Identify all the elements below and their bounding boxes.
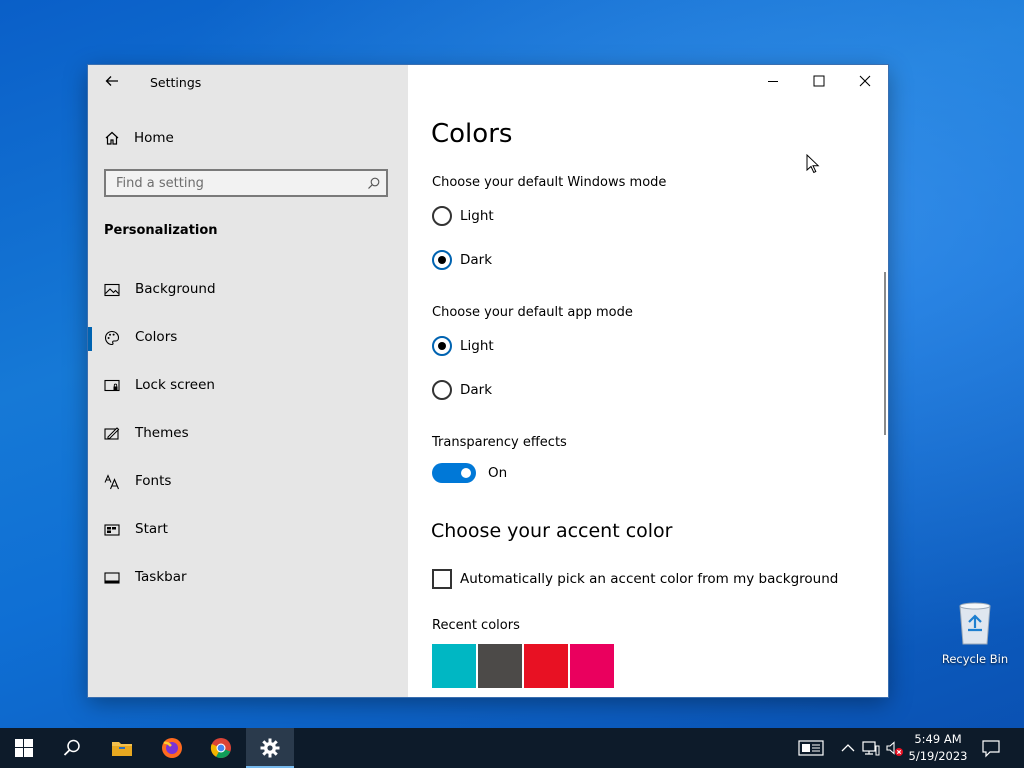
firefox-button[interactable] — [148, 728, 196, 768]
firefox-icon — [162, 738, 182, 758]
app-mode-label: Choose your default app mode — [432, 305, 633, 320]
maximize-icon — [813, 75, 825, 87]
auto-accent-checkbox-row[interactable]: Automatically pick an accent color from … — [432, 568, 838, 590]
radio-label: Light — [460, 338, 494, 354]
fonts-icon — [104, 474, 120, 490]
sidebar-item-start[interactable]: Start — [88, 512, 408, 548]
search-taskbar-button[interactable] — [48, 728, 96, 768]
recycle-bin-label: Recycle Bin — [941, 652, 1009, 666]
taskbar-icon — [104, 572, 120, 584]
close-icon — [859, 75, 871, 87]
radio-button[interactable] — [432, 206, 452, 226]
radio-button[interactable] — [432, 380, 452, 400]
search-icon — [63, 739, 80, 756]
recent-colors-swatches — [432, 644, 616, 688]
windows-mode-light-radio[interactable]: Light — [432, 205, 494, 227]
mouse-cursor-icon — [806, 154, 820, 174]
color-swatch[interactable] — [524, 644, 568, 688]
settings-taskbar-button[interactable] — [246, 728, 294, 768]
search-box[interactable] — [104, 169, 388, 197]
themes-icon — [104, 427, 120, 440]
sidebar-item-label: Lock screen — [135, 377, 215, 393]
minimize-icon — [768, 81, 778, 82]
search-input[interactable] — [106, 171, 356, 195]
active-indicator — [88, 327, 92, 351]
radio-button-selected[interactable] — [432, 336, 452, 356]
windows-mode-label: Choose your default Windows mode — [432, 175, 667, 190]
recycle-bin-icon — [959, 602, 991, 645]
app-mode-dark-radio[interactable]: Dark — [432, 379, 492, 401]
color-swatch[interactable] — [570, 644, 614, 688]
transparency-toggle[interactable] — [432, 463, 476, 483]
picture-icon — [104, 283, 120, 297]
section-heading: Personalization — [104, 223, 218, 238]
start-icon — [104, 524, 120, 536]
windows-mode-dark-radio[interactable]: Dark — [432, 249, 492, 271]
recent-colors-label: Recent colors — [432, 618, 520, 633]
vertical-scrollbar[interactable] — [884, 272, 886, 435]
toggle-state-label: On — [488, 465, 508, 481]
settings-icon — [260, 738, 280, 758]
recycle-bin-shortcut[interactable]: Recycle Bin — [940, 600, 1010, 666]
accent-color-heading: Choose your accent color — [431, 520, 673, 542]
notifications-icon[interactable] — [981, 738, 1001, 758]
sidebar: Settings Home Personalization Background — [88, 65, 408, 697]
windows-logo-icon — [15, 739, 33, 757]
home-label: Home — [134, 130, 174, 146]
sidebar-item-taskbar[interactable]: Taskbar — [88, 560, 408, 596]
radio-label: Dark — [460, 252, 493, 268]
transparency-toggle-row: On — [432, 462, 507, 484]
sidebar-item-lock-screen[interactable]: Lock screen — [88, 368, 408, 404]
sidebar-item-label: Colors — [135, 329, 178, 345]
color-swatch[interactable] — [478, 644, 522, 688]
sidebar-item-label: Background — [135, 281, 216, 297]
sidebar-item-background[interactable]: Background — [88, 272, 408, 308]
file-explorer-icon — [112, 742, 132, 756]
clock-time: 5:49 AM — [914, 732, 962, 746]
radio-label: Light — [460, 208, 494, 224]
taskbar: 5:49 AM 5/19/2023 — [0, 728, 1024, 768]
transparency-label: Transparency effects — [432, 435, 567, 450]
home-nav-item[interactable]: Home — [104, 127, 174, 149]
file-explorer-button[interactable] — [98, 728, 146, 768]
network-icon[interactable] — [861, 738, 881, 758]
sidebar-item-label: Fonts — [135, 473, 172, 489]
radio-label: Dark — [460, 382, 493, 398]
home-icon — [105, 131, 119, 145]
color-swatch[interactable] — [432, 644, 476, 688]
sidebar-item-themes[interactable]: Themes — [88, 416, 408, 452]
checkbox-label: Automatically pick an accent color from … — [460, 571, 839, 587]
palette-icon — [104, 330, 120, 346]
maximize-button[interactable] — [796, 69, 842, 93]
search-icon[interactable] — [367, 177, 380, 190]
minimize-button[interactable] — [750, 69, 796, 93]
taskbar-clock[interactable]: 5:49 AM 5/19/2023 — [905, 731, 971, 765]
settings-window: Settings Home Personalization Background — [88, 65, 888, 697]
volume-muted-icon[interactable] — [884, 738, 904, 758]
lock-screen-icon — [104, 379, 120, 392]
chrome-icon — [210, 738, 231, 759]
clock-date: 5/19/2023 — [908, 749, 968, 763]
auto-accent-checkbox[interactable] — [432, 569, 452, 589]
page-title: Colors — [431, 119, 513, 149]
sidebar-item-colors[interactable]: Colors — [88, 320, 408, 356]
sidebar-item-fonts[interactable]: Fonts — [88, 464, 408, 500]
radio-button-selected[interactable] — [432, 250, 452, 270]
sidebar-item-label: Start — [135, 521, 168, 537]
sidebar-item-label: Themes — [135, 425, 189, 441]
news-widget-icon[interactable] — [798, 738, 824, 758]
app-mode-light-radio[interactable]: Light — [432, 335, 494, 357]
chevron-up-icon[interactable] — [838, 738, 858, 758]
close-button[interactable] — [842, 69, 888, 93]
sidebar-item-label: Taskbar — [135, 569, 187, 585]
chrome-button[interactable] — [197, 728, 245, 768]
back-arrow-icon[interactable] — [104, 73, 120, 89]
window-title: Settings — [150, 75, 202, 90]
start-button[interactable] — [0, 728, 48, 768]
